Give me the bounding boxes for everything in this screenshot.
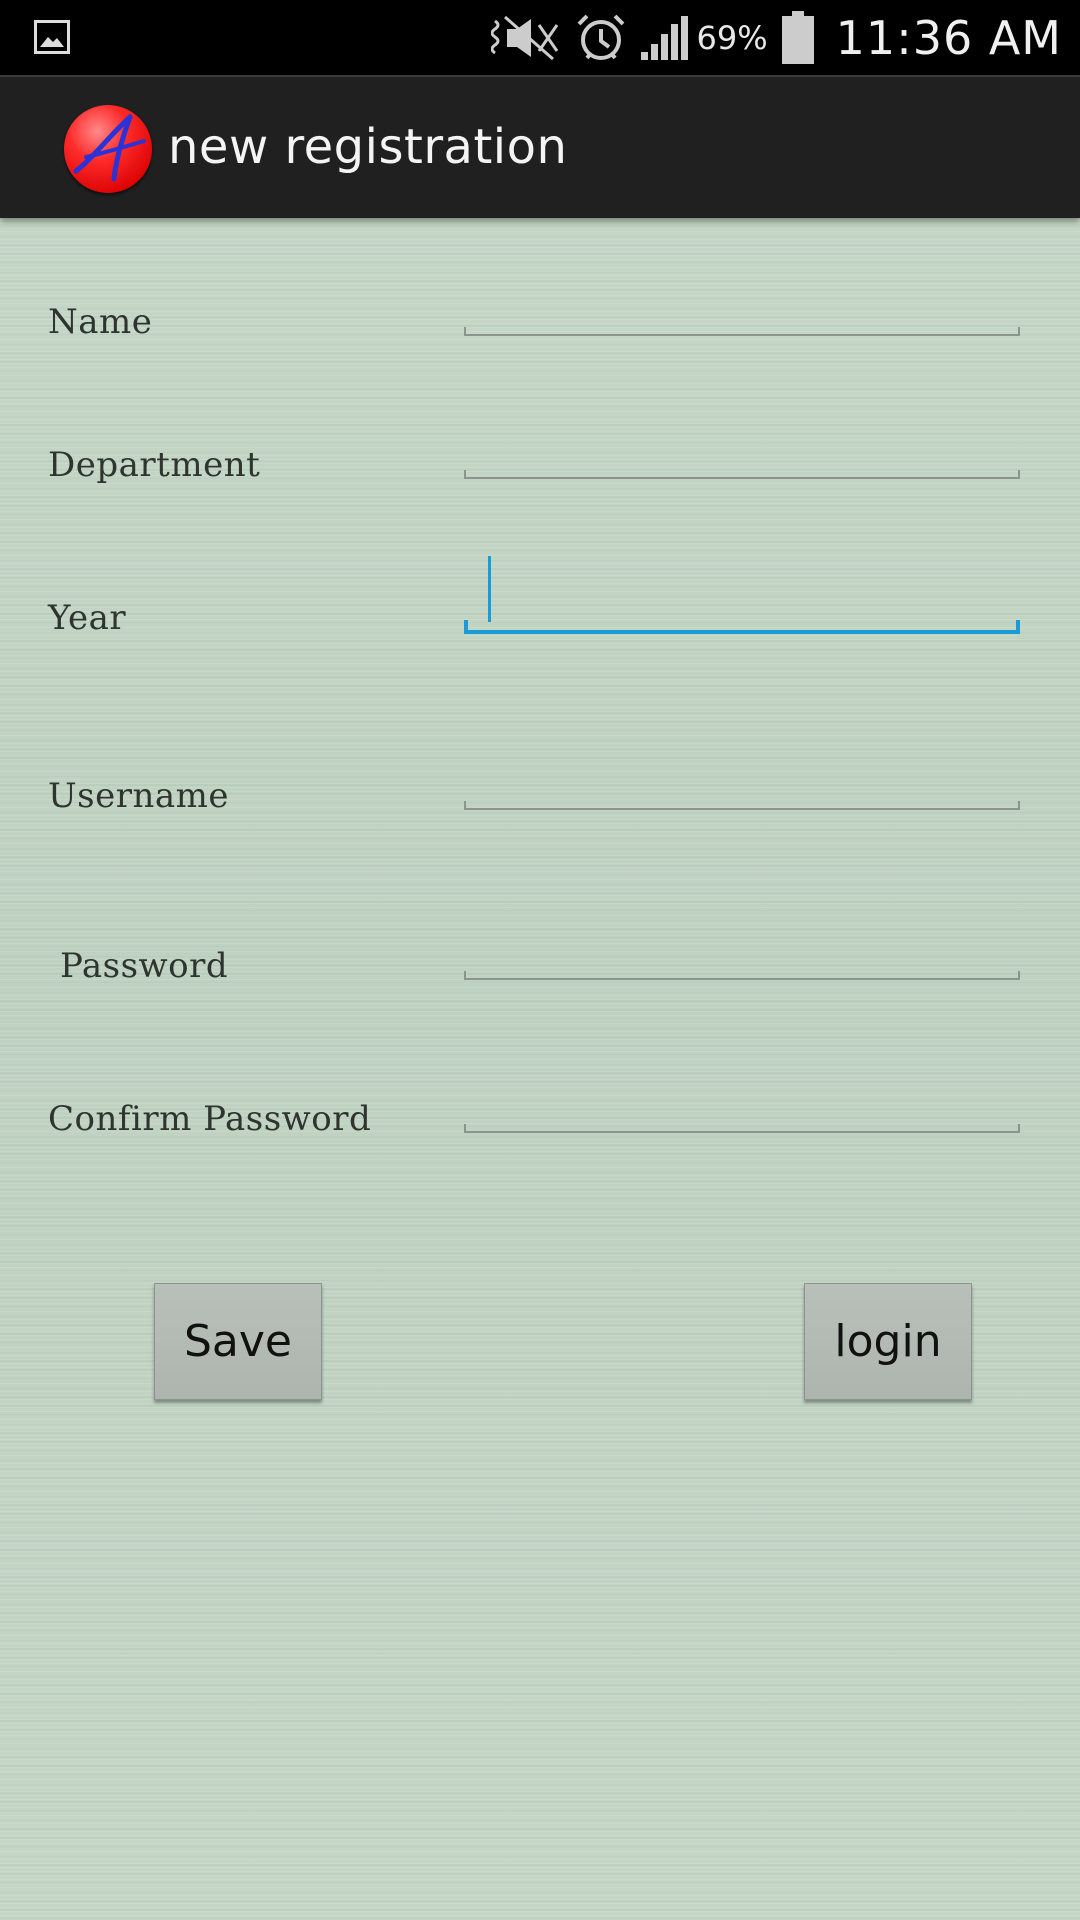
- name-underline-tick-left: [464, 327, 466, 336]
- confirm-password-underline-tick-left: [464, 1124, 466, 1133]
- password-underline-tick-right: [1018, 971, 1020, 980]
- action-bar: new registration: [0, 75, 1080, 218]
- name-field[interactable]: [464, 276, 1020, 336]
- username-underline: [464, 808, 1020, 810]
- password-underline: [464, 978, 1020, 980]
- year-field[interactable]: [464, 528, 1020, 634]
- confirm-password-underline-tick-right: [1018, 1124, 1020, 1133]
- department-field[interactable]: [464, 419, 1020, 479]
- year-input[interactable]: [464, 528, 1020, 634]
- department-label: Department: [48, 445, 261, 485]
- app-title: new registration: [168, 119, 568, 175]
- department-underline-tick-left: [464, 470, 466, 479]
- status-bar: 69% 11:36 AM: [0, 0, 1080, 75]
- signal-icon: [639, 14, 689, 62]
- username-underline-tick-right: [1018, 801, 1020, 810]
- name-input[interactable]: [464, 276, 1020, 336]
- mute-icon: [490, 13, 563, 63]
- department-underline: [464, 477, 1020, 479]
- year-label: Year: [48, 598, 127, 638]
- status-right: 69% 11:36 AM: [490, 0, 1062, 75]
- status-time: 11:36 AM: [835, 10, 1062, 65]
- name-underline: [464, 334, 1020, 336]
- username-input[interactable]: [464, 750, 1020, 810]
- confirm-password-label: Confirm Password: [48, 1099, 372, 1139]
- password-label: Password: [60, 946, 229, 986]
- password-underline-tick-left: [464, 971, 466, 980]
- confirm-password-underline: [464, 1131, 1020, 1133]
- gallery-icon: [34, 20, 70, 54]
- battery-icon: [780, 10, 816, 65]
- alarm-icon: [575, 12, 627, 64]
- username-underline-tick-left: [464, 801, 466, 810]
- year-underline: [464, 630, 1020, 634]
- password-field[interactable]: [464, 920, 1020, 980]
- year-underline-tick-left: [464, 620, 468, 634]
- confirm-password-field[interactable]: [464, 1073, 1020, 1133]
- text-cursor: [488, 556, 491, 622]
- department-underline-tick-right: [1018, 470, 1020, 479]
- name-label: Name: [48, 302, 153, 342]
- username-field[interactable]: [464, 750, 1020, 810]
- year-underline-tick-right: [1016, 620, 1020, 634]
- app-logo-icon: [64, 105, 152, 193]
- name-underline-tick-right: [1018, 327, 1020, 336]
- username-label: Username: [48, 776, 230, 816]
- confirm-password-input[interactable]: [464, 1073, 1020, 1133]
- password-input[interactable]: [464, 920, 1020, 980]
- screen: 69% 11:36 AM new registration Name Depar…: [0, 0, 1080, 1920]
- department-input[interactable]: [464, 419, 1020, 479]
- battery-percent: 69%: [696, 18, 768, 57]
- save-button[interactable]: Save: [154, 1283, 322, 1400]
- login-button[interactable]: login: [804, 1283, 972, 1400]
